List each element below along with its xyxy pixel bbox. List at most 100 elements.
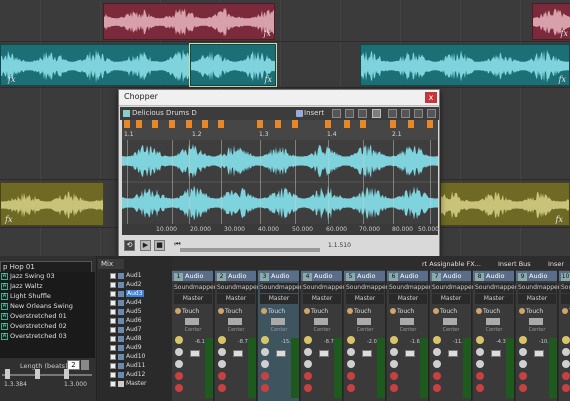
track-list-item-selected[interactable]: Aud3 (98, 290, 172, 298)
solo-icon[interactable] (347, 360, 355, 368)
track-visible-checkbox[interactable] (110, 327, 116, 333)
volume-fader[interactable] (448, 350, 458, 357)
fx-icon[interactable] (390, 336, 398, 344)
input-select[interactable]: Soundmapper (260, 283, 302, 293)
track-visible-checkbox[interactable] (110, 363, 116, 369)
volume-fader[interactable] (233, 350, 243, 357)
automation-mode[interactable]: Touch (432, 307, 470, 316)
pan-slider[interactable] (443, 318, 457, 325)
input-select[interactable]: Soundmapper (561, 283, 570, 293)
track-visible-checkbox[interactable] (110, 381, 116, 387)
slice-marker[interactable] (186, 120, 192, 128)
strip-header[interactable]: 4 Audio (301, 271, 342, 281)
record-arm-icon[interactable] (175, 372, 183, 380)
input-echo-icon[interactable] (433, 384, 441, 392)
automation-mode[interactable]: Touch (174, 307, 212, 316)
track-visible-checkbox[interactable] (110, 273, 116, 279)
input-echo-icon[interactable] (347, 384, 355, 392)
play-button[interactable]: ▶ (140, 240, 151, 251)
strip-header[interactable]: 7 Audio (430, 271, 471, 281)
volume-fader[interactable] (276, 350, 286, 357)
audio-clip-selected[interactable]: fx (189, 43, 277, 87)
output-select[interactable]: Master (303, 294, 341, 304)
automation-mode[interactable]: Touch (303, 307, 341, 316)
volume-fader[interactable] (534, 350, 544, 357)
strip-header[interactable]: 9 Audio (516, 271, 557, 281)
track-list-item[interactable]: Aud4 (98, 299, 172, 307)
slider-handle[interactable] (5, 369, 10, 379)
list-item[interactable]: A Jazz Waltz (0, 282, 95, 291)
slice-marker[interactable] (124, 120, 130, 128)
track-visible-checkbox[interactable] (110, 345, 116, 351)
list-item[interactable]: A Jazz Swing 03 (0, 272, 95, 281)
toolbar-tool-icon[interactable] (427, 109, 436, 118)
input-select[interactable]: Soundmapper (346, 283, 388, 293)
channel-strip[interactable]: 1 Audio Soundmapper Master Touch Center -6.1 (172, 270, 216, 401)
mute-icon[interactable] (347, 348, 355, 356)
slider-handle[interactable] (64, 369, 69, 379)
mute-icon[interactable] (390, 348, 398, 356)
track-visible-checkbox[interactable] (110, 336, 116, 342)
input-select[interactable]: Soundmapper (389, 283, 431, 293)
insert-synth-button[interactable]: Inser (548, 260, 564, 268)
automation-mode[interactable]: Touch (561, 307, 570, 316)
input-echo-icon[interactable] (304, 384, 312, 392)
slider-handle[interactable] (35, 369, 40, 379)
channel-strip[interactable]: 3 Audio Soundmapper Master Touch Center -15.4 (258, 270, 302, 401)
fx-icon[interactable] (304, 336, 312, 344)
input-echo-icon[interactable] (562, 384, 570, 392)
insert-button[interactable]: Insert (304, 109, 324, 117)
solo-icon[interactable] (304, 360, 312, 368)
slice-marker[interactable] (169, 120, 175, 128)
audio-clip[interactable]: fx (0, 182, 104, 226)
output-select[interactable]: Master (389, 294, 427, 304)
record-arm-icon[interactable] (476, 372, 484, 380)
audio-clip[interactable]: fx (103, 3, 275, 40)
input-select[interactable]: Soundmapper (303, 283, 345, 293)
slice-marker[interactable] (325, 120, 331, 128)
chopper-waveform[interactable] (122, 140, 438, 224)
strip-header[interactable]: 10Audio (559, 271, 570, 281)
loop-list[interactable]: A Jazz Swing 03 A Jazz Waltz A Light Shuffl… (0, 272, 95, 358)
mute-icon[interactable] (433, 348, 441, 356)
track-list-item[interactable]: Aud2 (98, 281, 172, 289)
track-visible-checkbox[interactable] (110, 282, 116, 288)
solo-icon[interactable] (390, 360, 398, 368)
toolbar-tool-icon[interactable] (358, 109, 367, 118)
track-visible-checkbox[interactable] (110, 309, 116, 315)
input-echo-icon[interactable] (390, 384, 398, 392)
record-arm-icon[interactable] (390, 372, 398, 380)
slice-marker[interactable] (360, 120, 366, 128)
length-slider-track[interactable] (2, 374, 92, 376)
slice-marker[interactable] (218, 120, 224, 128)
record-arm-icon[interactable] (347, 372, 355, 380)
pan-slider[interactable] (228, 318, 242, 325)
input-echo-icon[interactable] (519, 384, 527, 392)
channel-strip[interactable]: 9 Audio Soundmapper Master Touch Center -10.3 (516, 270, 560, 401)
insert-icon[interactable] (296, 110, 303, 117)
mute-icon[interactable] (519, 348, 527, 356)
slice-marker[interactable] (408, 120, 414, 128)
record-arm-icon[interactable] (261, 372, 269, 380)
input-echo-icon[interactable] (261, 384, 269, 392)
mute-icon[interactable] (261, 348, 269, 356)
assignable-fx-button[interactable]: rt Assignable FX... (422, 260, 481, 268)
track-list-item[interactable]: Aud12 (98, 371, 172, 379)
output-select[interactable]: Master (260, 294, 298, 304)
fx-icon[interactable] (347, 336, 355, 344)
automation-mode[interactable]: Touch (389, 307, 427, 316)
volume-fader[interactable] (405, 350, 415, 357)
mute-icon[interactable] (476, 348, 484, 356)
stop-button[interactable]: ■ (154, 240, 165, 251)
channel-strip[interactable]: 5 Audio Soundmapper Master Touch Center -2.0 (344, 270, 388, 401)
slice-marker[interactable] (136, 120, 142, 128)
list-item[interactable]: A New Orleans Swing (0, 302, 95, 311)
insert-bus-button[interactable]: Insert Bus (498, 260, 531, 268)
input-select[interactable]: Soundmapper (217, 283, 259, 293)
fx-icon[interactable] (562, 336, 570, 344)
chopper-ruler[interactable]: 1.1 1.2 1.3 1.4 2.1 (122, 120, 438, 140)
pan-slider[interactable] (529, 318, 543, 325)
chopper-window[interactable]: Chopper x Delicious Drums D Insert 1.1 1… (118, 89, 440, 257)
channel-strip[interactable]: 8 Audio Soundmapper Master Touch Center -4.3 (473, 270, 517, 401)
record-arm-icon[interactable] (562, 372, 570, 380)
